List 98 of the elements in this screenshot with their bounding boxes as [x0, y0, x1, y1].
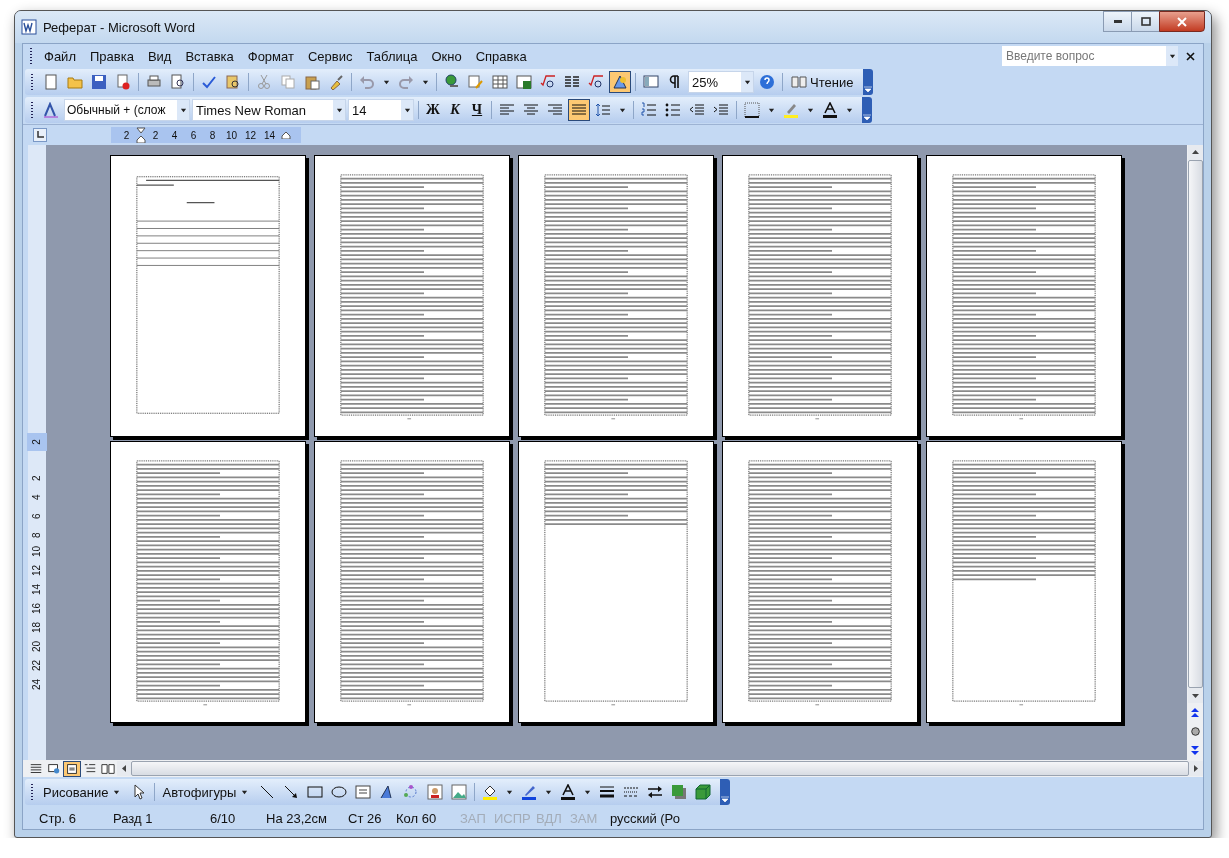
indent-marker-icon[interactable]	[281, 131, 291, 139]
ruler-number: 8	[208, 129, 217, 141]
status-text: Кол 60	[396, 810, 438, 826]
next-page-icon[interactable]	[1191, 746, 1199, 755]
status-text: На 23,2см	[266, 810, 328, 826]
status-text: ЗАП	[460, 810, 487, 826]
ruler-number: 10	[224, 129, 239, 141]
maximize-button[interactable]	[1131, 11, 1160, 32]
scroll-right-button[interactable]	[1189, 761, 1203, 776]
document-page[interactable]	[722, 155, 918, 437]
zoom-dropdown[interactable]: 25%	[688, 71, 754, 93]
ruler-number: 8	[30, 531, 44, 539]
document-page[interactable]	[926, 155, 1122, 437]
close-document-icon[interactable]	[1186, 51, 1195, 61]
status-text: Стр. 6	[39, 810, 78, 826]
ruler-number: 4	[170, 129, 179, 141]
menu-item[interactable]: Файл	[37, 46, 83, 66]
menu-item[interactable]: Справка	[468, 46, 534, 66]
status-text: ЗАМ	[570, 810, 599, 826]
bold-button[interactable]: Ж	[423, 102, 443, 118]
toolbar-options-button[interactable]	[720, 779, 731, 805]
ruler-number: 20	[30, 640, 44, 653]
document-page[interactable]	[110, 441, 306, 723]
status-text: ВДЛ	[536, 810, 563, 826]
document-page[interactable]	[314, 155, 510, 437]
browse-object-icon[interactable]	[1190, 727, 1200, 736]
ruler-number: 24	[30, 678, 44, 691]
word-app-icon	[21, 19, 37, 35]
scroll-left-button[interactable]	[117, 761, 131, 776]
ruler-number: 2	[27, 433, 47, 451]
document-page[interactable]	[314, 441, 510, 723]
ruler-number: 2	[151, 129, 160, 141]
print-layout-view-icon[interactable]	[63, 760, 81, 777]
close-icon	[1176, 16, 1188, 27]
tab-stop-icon	[36, 131, 44, 139]
document-page[interactable]	[926, 441, 1122, 723]
status-text: Разд 1	[113, 810, 154, 826]
menu-item[interactable]: Правка	[82, 46, 141, 66]
triangle-down-icon	[1191, 693, 1199, 698]
menu-item[interactable]: Окно	[424, 46, 469, 66]
font-dropdown[interactable]: Times New Roman	[192, 99, 346, 121]
border-grid-icon[interactable]	[741, 99, 763, 121]
status-text: 6/10	[210, 810, 237, 826]
status-text: русский (Ро	[610, 810, 680, 826]
ruler-number: 4	[30, 493, 44, 501]
style-dropdown[interactable]: Обычный + (слож	[64, 99, 190, 121]
drawing-menu-button[interactable]: Рисование	[40, 784, 127, 800]
font-size-dropdown[interactable]: 14	[348, 99, 414, 121]
status-text: ИСПР	[494, 810, 532, 826]
menu-item[interactable]: Формат	[240, 46, 301, 66]
menu-item[interactable]: Таблица	[359, 46, 425, 66]
autoshapes-menu-button[interactable]: Автофигуры	[159, 784, 255, 800]
indent-marker-icon[interactable]	[136, 127, 146, 143]
ruler-number: 12	[243, 129, 258, 141]
chevron-down-icon	[721, 796, 730, 802]
chevron-down-icon	[864, 86, 873, 92]
underline-button[interactable]: Ч	[467, 102, 487, 118]
ruler-number: 22	[30, 659, 44, 672]
document-page[interactable]	[110, 155, 306, 437]
menu-item[interactable]: Вид	[140, 46, 179, 66]
toolbar-options-button[interactable]	[862, 97, 872, 123]
align-justify-icon[interactable]	[568, 99, 590, 121]
drawing-shapes-icon[interactable]	[609, 71, 631, 93]
previous-page-icon[interactable]	[1191, 708, 1199, 717]
triangle-right-icon	[1194, 765, 1198, 772]
ruler-number: 18	[30, 621, 44, 634]
document-page[interactable]	[518, 155, 714, 437]
ruler-number: 10	[30, 545, 44, 558]
tab-stop-selector[interactable]	[33, 128, 47, 142]
close-button[interactable]	[1159, 11, 1205, 32]
scroll-down-button[interactable]	[1187, 688, 1203, 703]
open-book-icon	[791, 74, 807, 90]
italic-button[interactable]: К	[445, 102, 465, 118]
ruler-number: 14	[262, 129, 277, 141]
scroll-up-button[interactable]	[1187, 145, 1203, 160]
toolbar-options-button[interactable]	[863, 69, 874, 95]
ruler-number: 2	[30, 474, 44, 482]
chevron-down-icon	[863, 114, 871, 120]
minimize-icon	[1113, 20, 1122, 23]
document-page[interactable]	[722, 441, 918, 723]
help-search-field[interactable]: Введите вопрос	[1002, 46, 1166, 66]
ruler-number: 12	[30, 564, 44, 577]
ruler-number: 6	[30, 512, 44, 520]
document-page[interactable]	[518, 441, 714, 723]
window-title: Реферат - Microsoft Word	[43, 19, 196, 35]
ruler-number: 14	[30, 583, 44, 596]
triangle-left-icon	[122, 765, 126, 772]
maximize-icon	[1140, 16, 1151, 27]
reading-layout-button[interactable]: Чтение	[787, 74, 858, 90]
ruler-number: 2	[122, 129, 131, 141]
ruler-number: 16	[30, 602, 44, 615]
menu-item[interactable]: Сервис	[300, 46, 360, 66]
horizontal-scroll-thumb[interactable]	[131, 761, 1189, 776]
minimize-button[interactable]	[1103, 11, 1132, 32]
status-text: Ст 26	[348, 810, 383, 826]
menu-item[interactable]: Вставка	[178, 46, 241, 66]
triangle-up-icon	[1191, 150, 1199, 155]
ruler-number: 6	[189, 129, 198, 141]
